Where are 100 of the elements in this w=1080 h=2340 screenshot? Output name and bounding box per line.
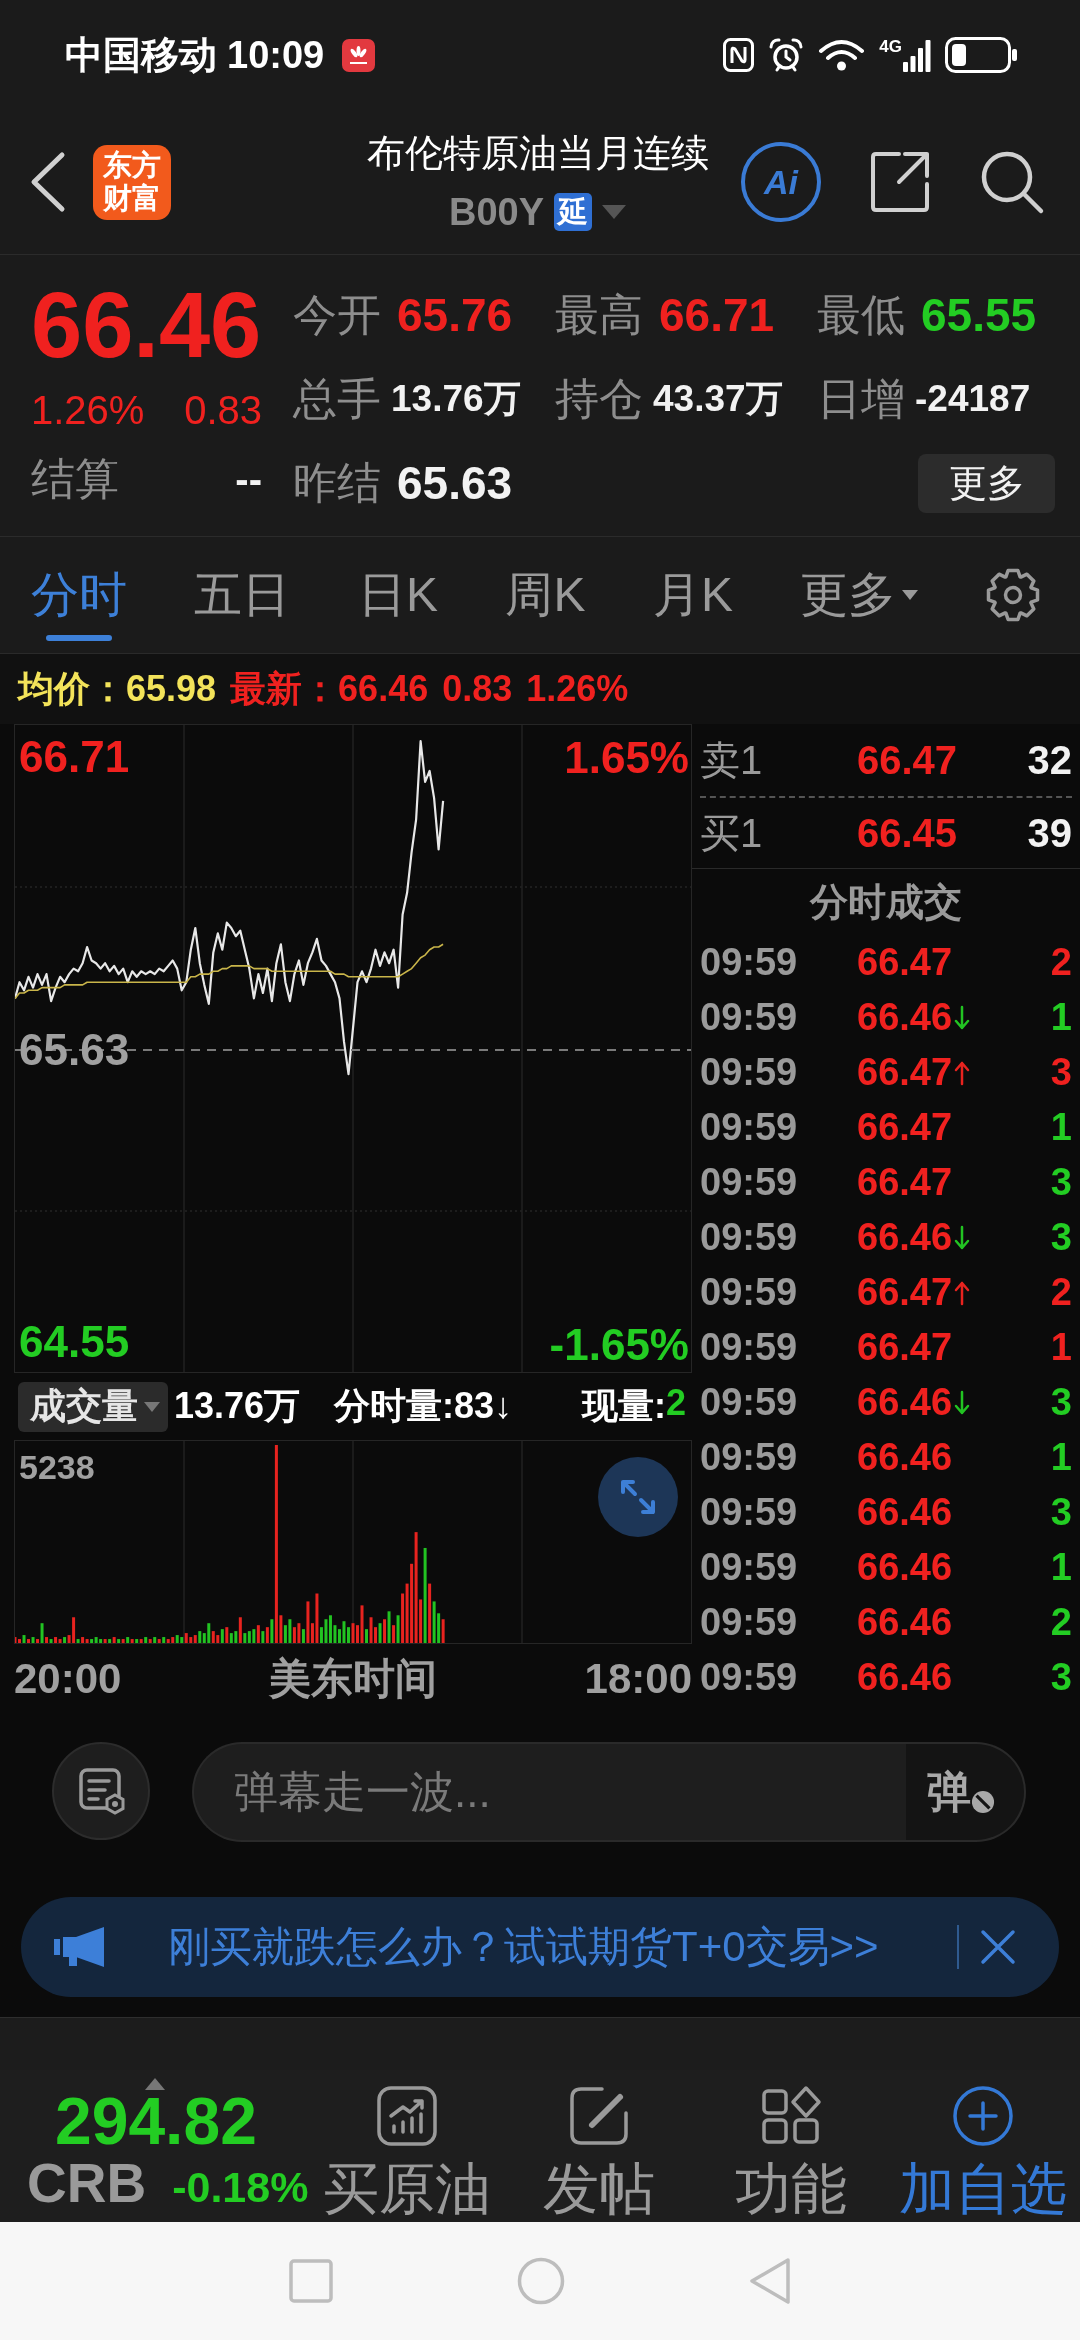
grid-icon [760, 2085, 822, 2147]
edit-icon [568, 2085, 630, 2147]
expand-icon[interactable] [598, 1457, 678, 1537]
trade-volume: 2 [1050, 1271, 1072, 1314]
trade-time: 09:59 [700, 1436, 799, 1479]
volume-selector[interactable]: 成交量 [18, 1381, 168, 1432]
network-type: 4G [879, 38, 902, 55]
trade-volume: 3 [1050, 1656, 1072, 1699]
stat-value: 43.37万 [653, 377, 783, 421]
order-book-label: 买1 [700, 809, 764, 857]
comment-settings-icon[interactable] [52, 1742, 150, 1840]
stat-label: 持仓 [555, 373, 643, 425]
trade-volume: 3 [1050, 1161, 1072, 1204]
trade-price: 66.46 [857, 1381, 953, 1424]
change-amount: 0.83 [184, 387, 262, 433]
stat-value: 65.76 [397, 289, 513, 341]
trade-time: 09:59 [700, 1051, 799, 1094]
stat-value: 13.76万 [391, 377, 521, 421]
down-arrow-icon [954, 1004, 971, 1031]
trade-time: 09:59 [700, 1546, 799, 1589]
trade-volume: 1 [1050, 996, 1072, 1039]
caret-icon [144, 1401, 160, 1412]
megaphone-icon [54, 1926, 106, 1968]
trade-time: 09:59 [700, 1656, 799, 1699]
time-axis-label: 18:00 [584, 1655, 692, 1703]
trade-volume: 3 [1050, 1491, 1072, 1534]
interval-volume: 分时量:83↓ [334, 1384, 513, 1428]
current-volume-label: 现量: [581, 1384, 666, 1428]
app-logo[interactable]: 东方财富 [93, 144, 171, 220]
trade-volume: 3 [1050, 1216, 1072, 1259]
period-tab[interactable]: 更多 [800, 537, 919, 653]
search-icon[interactable] [979, 149, 1045, 215]
change-percent: 1.26% [31, 387, 145, 433]
max-volume-label: 5238 [19, 1447, 95, 1487]
last-price: 66.46 [31, 273, 262, 377]
latest-price-label: 最新： [230, 666, 339, 711]
trade-volume: 1 [1050, 1436, 1072, 1479]
caret-icon[interactable] [145, 2078, 165, 2090]
toolbar-button[interactable]: 加自选 [887, 2070, 1079, 2222]
trade-price: 66.47 [857, 1161, 953, 1204]
trade-time: 09:59 [700, 1491, 799, 1534]
settings-icon[interactable] [985, 568, 1040, 622]
index-change[interactable]: -0.18% [172, 2163, 309, 2212]
close-icon[interactable] [980, 1929, 1016, 1965]
trade-price: 66.47 [857, 1326, 953, 1369]
stat-label: 最高 [555, 289, 643, 341]
trade-volume: 2 [1050, 1601, 1072, 1644]
trade-time: 09:59 [700, 1106, 799, 1149]
toolbar-button[interactable]: 发帖 [503, 2070, 695, 2222]
trade-time: 09:59 [700, 996, 799, 1039]
toolbar-button[interactable]: 买原油 [311, 2070, 503, 2222]
trade-volume: 3 [1050, 1051, 1072, 1094]
share-icon[interactable] [869, 150, 931, 214]
trade-time: 09:59 [700, 1381, 799, 1424]
trade-price: 66.47 [857, 1051, 953, 1094]
promo-link[interactable]: 刚买就跌怎么办？试试期货T+0交易>> [168, 1919, 879, 1975]
up-arrow-icon [954, 1279, 971, 1306]
trade-price: 66.46 [857, 1436, 953, 1479]
clock-time: 10:09 [227, 33, 325, 77]
stat-value: 65.63 [397, 457, 513, 509]
instrument-code[interactable]: B00Y [448, 190, 545, 234]
latest-price-value: 66.46 [338, 668, 429, 710]
add-icon [952, 2085, 1014, 2147]
more-button[interactable]: 更多 [918, 453, 1055, 513]
period-tab[interactable]: 月K [652, 537, 733, 653]
trade-time: 09:59 [700, 1326, 799, 1369]
average-price-label: 均价： [18, 666, 126, 711]
trade-time: 09:59 [700, 1161, 799, 1204]
trade-price: 66.46 [857, 1216, 953, 1259]
stat-label: 最低 [817, 289, 905, 341]
carrier-name: 中国移动 [65, 33, 217, 77]
period-tab[interactable]: 日K [357, 537, 438, 653]
period-tab[interactable]: 周K [505, 537, 586, 653]
order-book-volume: 32 [1027, 737, 1072, 783]
index-name[interactable]: CRB [27, 2152, 147, 2214]
trade-volume: 1 [1050, 1326, 1072, 1369]
back-icon[interactable] [30, 151, 66, 213]
order-book-volume: 39 [1027, 810, 1072, 856]
y-axis-label: 66.71 [19, 732, 130, 783]
period-tab[interactable]: 分时 [31, 537, 127, 653]
index-value[interactable]: 294.82 [55, 2090, 311, 2152]
order-book-price: 66.47 [857, 737, 959, 783]
toolbar-button[interactable]: 功能 [695, 2070, 887, 2222]
latest-change-percent: 1.26% [526, 668, 629, 710]
settle-label: 结算 [31, 453, 119, 505]
trade-time: 09:59 [700, 1271, 799, 1314]
caret-icon [902, 590, 919, 600]
app-notification-icon [342, 38, 376, 72]
page-title: 布伦特原油当月连续 [366, 131, 709, 176]
period-tab[interactable]: 五日 [194, 537, 291, 653]
ai-button[interactable]: Ai [741, 142, 821, 222]
trade-price: 66.47 [857, 941, 953, 984]
latest-change-value: 0.83 [442, 668, 513, 710]
wifi-icon [818, 38, 866, 72]
trade-time: 09:59 [700, 941, 799, 984]
percent-axis-label: 1.65% [564, 733, 689, 783]
stat-value: 65.55 [921, 289, 1037, 341]
average-price-value: 65.98 [126, 668, 217, 710]
nfc-icon [723, 38, 755, 72]
trades-title: 分时成交 [808, 880, 963, 925]
